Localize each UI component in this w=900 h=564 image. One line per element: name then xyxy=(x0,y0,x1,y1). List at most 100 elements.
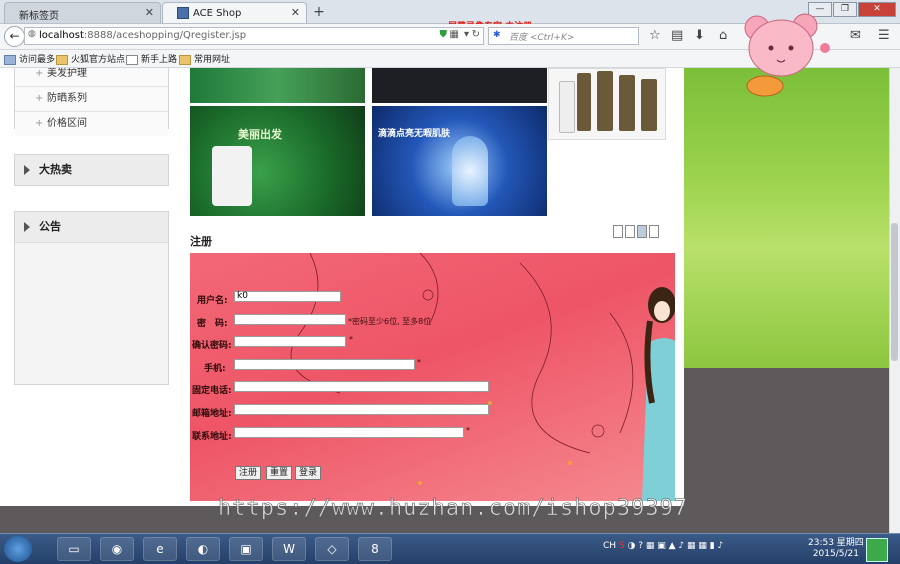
watermark-text: https://www.huzhan.com/ishop39397 xyxy=(218,496,689,522)
notice-header[interactable]: 公告 xyxy=(15,212,168,243)
star-icon[interactable]: ☆ xyxy=(649,28,661,43)
password-hint: *密码至少6位, 至多8位 xyxy=(348,317,432,326)
reset-button[interactable]: 重置 xyxy=(266,466,293,480)
green-background xyxy=(684,68,890,368)
firefox-icon[interactable]: ◐ xyxy=(186,537,220,561)
email-label: 邮箱地址: xyxy=(192,409,232,419)
menu-item-hair[interactable]: + 美发护理 xyxy=(15,68,168,87)
page-viewport: + 美发护理 + 防晒系列 + 价格区间 大热卖 公告 美丽出发 滴滴点亮无暇肌肤 注… xyxy=(0,68,900,533)
close-tab-icon[interactable]: ✕ xyxy=(145,6,154,19)
clock-time: 23:53 星期四 xyxy=(808,538,864,548)
product-banner-dark-top[interactable] xyxy=(372,68,547,103)
system-clock[interactable]: 23:53 星期四 2015/5/21 xyxy=(808,538,864,560)
hot-sale-header[interactable]: 大热卖 xyxy=(15,155,168,185)
download-icon[interactable]: ⬇ xyxy=(694,28,705,43)
eclipse-icon[interactable]: 8 xyxy=(358,537,392,561)
language-indicator[interactable]: CH xyxy=(603,541,616,551)
bookmark-label: 火狐官方站点 xyxy=(71,55,126,65)
username-label: 用户名: xyxy=(197,296,228,306)
login-button[interactable]: 登录 xyxy=(295,466,322,480)
category-menu: + 美发护理 + 防晒系列 + 价格区间 xyxy=(14,68,169,136)
ime-icon[interactable]: S xyxy=(619,541,625,551)
phone-label: 手机: xyxy=(204,364,226,374)
menu-item-sunscreen[interactable]: + 防晒系列 xyxy=(15,87,168,112)
bear-mascot-icon xyxy=(744,13,830,97)
window-app-icon[interactable]: ◇ xyxy=(315,537,349,561)
shield-icon[interactable]: ⛊ xyxy=(440,29,448,40)
reading-list-icon[interactable]: ▤ xyxy=(671,28,683,43)
folder-icon xyxy=(56,54,68,65)
tray-icons[interactable]: ◑ ? ▦ ▣ ▲ ♪ ▦ ▦ ▮ ♪ xyxy=(628,541,724,551)
username-input[interactable]: k0 xyxy=(234,291,341,302)
confirm-password-input[interactable] xyxy=(234,336,346,347)
required-mark: * xyxy=(466,426,470,435)
bookmark-icon xyxy=(4,54,16,65)
explorer-icon[interactable]: ▭ xyxy=(57,537,91,561)
address-bar[interactable]: ◍ localhost:8888/aceshopping/Qregister.js… xyxy=(24,27,484,45)
bookmark-getting-started[interactable]: 新手上路 xyxy=(126,52,177,65)
email-input[interactable] xyxy=(234,404,489,415)
hot-sale-title: 大热卖 xyxy=(39,163,72,176)
confirm-password-label: 确认密码: xyxy=(192,341,232,351)
ie-browser-icon[interactable]: e xyxy=(143,537,177,561)
menu-icon[interactable]: ☰ xyxy=(878,28,890,43)
tab-ace-shop[interactable]: ACE Shop ✕ xyxy=(162,2,307,23)
baidu-icon: ✱ xyxy=(493,30,501,40)
windows-taskbar: ▭ ◉ e ◐ ▣ W ◇ 8 CH S ◑ ? ▦ ▣ ▲ ♪ ▦ ▦ ▮ ♪… xyxy=(0,533,900,564)
tab-label: 新标签页 xyxy=(19,11,59,22)
bookmark-firefox-site[interactable]: 火狐官方站点 xyxy=(56,52,125,65)
new-tab-button[interactable]: + xyxy=(309,3,329,21)
tab-new[interactable]: 新标签页 ✕ xyxy=(4,2,161,23)
close-tab-icon[interactable]: ✕ xyxy=(291,6,300,19)
banner-caption-green: 美丽出发 xyxy=(238,128,282,141)
bookmark-label: 常用网址 xyxy=(194,55,231,65)
landline-label: 固定电话: xyxy=(192,386,232,396)
bookmark-label: 访问最多 xyxy=(19,55,56,65)
plus-icon: + xyxy=(35,68,44,79)
notice-panel: 公告 xyxy=(14,211,169,385)
product-banner-blue[interactable] xyxy=(372,106,547,216)
product-banner-green[interactable] xyxy=(190,106,365,216)
required-mark: * xyxy=(417,358,421,367)
system-tray: CH S ◑ ? ▦ ▣ ▲ ♪ ▦ ▦ ▮ ♪ xyxy=(603,541,723,551)
pager-dot[interactable] xyxy=(649,225,659,238)
phone-input[interactable] xyxy=(234,359,415,370)
maximize-button[interactable]: ❐ xyxy=(833,2,857,17)
address-label: 联系地址: xyxy=(192,432,232,442)
ace-favicon-icon xyxy=(177,7,189,19)
recorder-app-icon[interactable]: ▣ xyxy=(229,537,263,561)
qq-app-icon[interactable]: ◉ xyxy=(100,537,134,561)
pager-dot-active[interactable] xyxy=(637,225,647,238)
register-button[interactable]: 注册 xyxy=(235,466,262,480)
qr-icon[interactable]: ▦ xyxy=(450,29,459,40)
menu-item-price[interactable]: + 价格区间 xyxy=(15,112,168,136)
reload-icon[interactable]: ↻ xyxy=(472,29,480,40)
dark-background xyxy=(684,368,890,533)
notice-title: 公告 xyxy=(39,220,61,233)
product-banner-green-top[interactable] xyxy=(190,68,365,103)
bookmark-common-sites[interactable]: 常用网址 xyxy=(179,52,230,65)
landline-input[interactable] xyxy=(234,381,489,392)
windows-start-icon[interactable] xyxy=(4,536,32,562)
url-path: :8888/aceshopping/Qregister.jsp xyxy=(83,30,247,41)
bookmark-most-visited[interactable]: 访问最多 xyxy=(4,52,55,65)
dropdown-icon[interactable]: ▾ xyxy=(464,29,469,40)
address-input[interactable] xyxy=(234,427,464,438)
pager-dot[interactable] xyxy=(625,225,635,238)
home-icon[interactable]: ⌂ xyxy=(719,28,727,43)
search-input[interactable]: ✱ 百度 <Ctrl+K> xyxy=(488,27,639,45)
back-arrow-icon[interactable]: ← xyxy=(4,26,25,47)
word-icon[interactable]: W xyxy=(272,537,306,561)
show-desktop-icon[interactable] xyxy=(866,538,888,562)
scrollbar-thumb[interactable] xyxy=(891,223,898,361)
product-banner-bottles[interactable] xyxy=(548,68,666,140)
register-heading: 注册 xyxy=(190,235,212,248)
folder-icon xyxy=(179,54,191,65)
close-window-button[interactable]: ✕ xyxy=(858,2,896,17)
password-input[interactable] xyxy=(234,314,346,325)
search-placeholder: 百度 <Ctrl+K> xyxy=(509,33,575,43)
tab-label: ACE Shop xyxy=(193,8,242,19)
pager-dot[interactable] xyxy=(613,225,623,238)
chat-icon[interactable]: ✉ xyxy=(850,28,861,43)
banner-caption-blue: 滴滴点亮无暇肌肤 xyxy=(378,129,451,139)
